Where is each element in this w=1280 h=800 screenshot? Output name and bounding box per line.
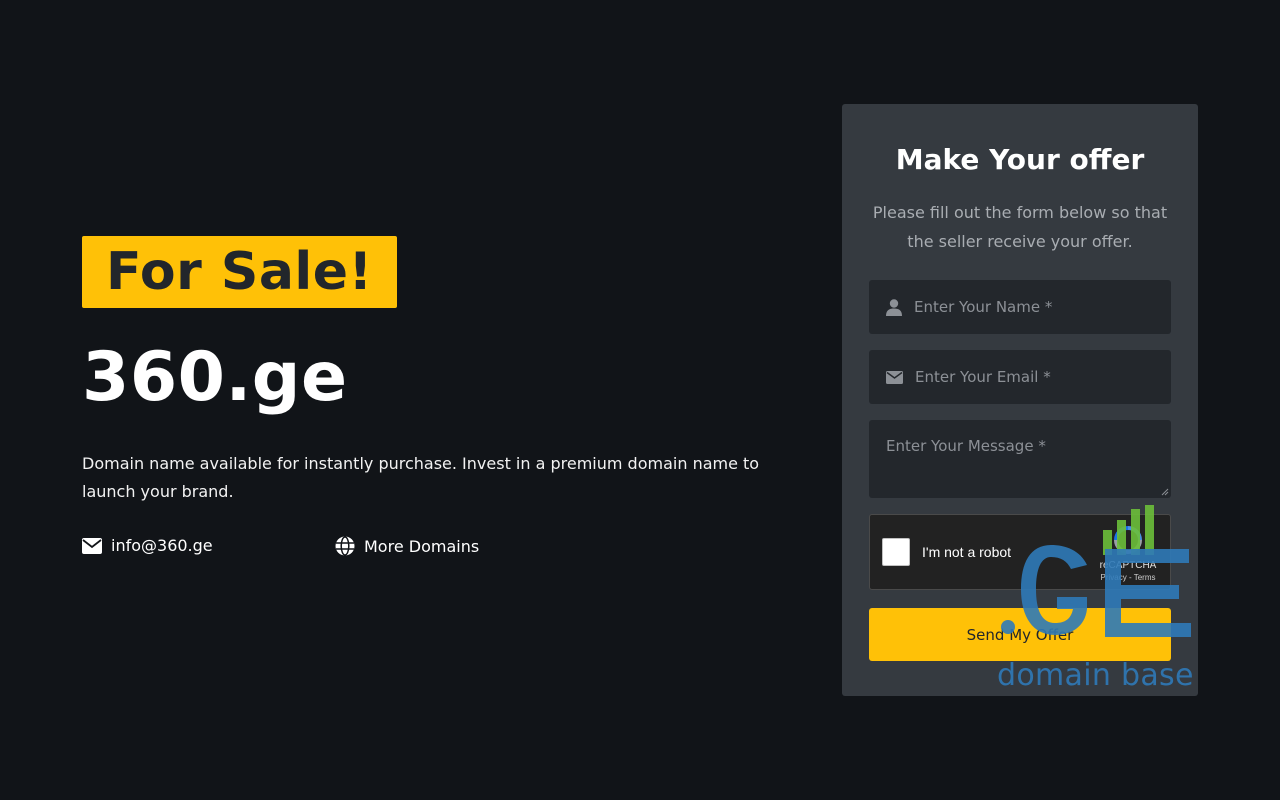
recaptcha-label: I'm not a robot xyxy=(922,544,1012,560)
user-icon xyxy=(886,298,902,316)
envelope-icon xyxy=(82,537,102,554)
offer-form-card: Make Your offer Please fill out the form… xyxy=(842,104,1198,696)
message-field xyxy=(869,420,1171,498)
contact-links: info@360.ge More Domains xyxy=(82,536,782,560)
name-input[interactable] xyxy=(914,298,1171,316)
recaptcha-privacy-terms[interactable]: Privacy - Terms xyxy=(1098,573,1158,582)
recaptcha-icon xyxy=(1114,526,1142,554)
resize-grip-icon[interactable] xyxy=(1161,488,1169,496)
more-domains-label: More Domains xyxy=(364,536,480,556)
name-field xyxy=(869,280,1171,334)
send-offer-button[interactable]: Send My Offer xyxy=(869,608,1171,661)
more-domains-link[interactable]: More Domains xyxy=(335,536,479,556)
envelope-icon xyxy=(886,370,903,384)
form-title: Make Your offer xyxy=(895,143,1145,176)
domain-base-watermark: domain base xyxy=(997,658,1194,693)
recaptcha-checkbox[interactable] xyxy=(882,538,910,566)
recaptcha-brand: reCAPTCHA xyxy=(1099,560,1157,571)
email-link[interactable]: info@360.ge xyxy=(82,536,213,555)
for-sale-badge: For Sale! xyxy=(82,236,397,308)
email-input[interactable] xyxy=(915,368,1171,386)
domain-description: Domain name available for instantly purc… xyxy=(82,454,760,501)
recaptcha-logo: reCAPTCHA Privacy - Terms xyxy=(1098,525,1158,582)
globe-icon xyxy=(335,536,355,556)
form-subtitle: Please fill out the form below so that t… xyxy=(872,203,1168,251)
email-link-label: info@360.ge xyxy=(111,536,213,555)
hero-section: For Sale! 360.ge Domain name available f… xyxy=(82,236,782,560)
domain-title: 360.ge xyxy=(82,338,348,417)
recaptcha-widget: I'm not a robot reCAPTCHA Privacy - Term… xyxy=(869,514,1171,590)
message-input[interactable] xyxy=(869,420,1171,498)
email-field xyxy=(869,350,1171,404)
